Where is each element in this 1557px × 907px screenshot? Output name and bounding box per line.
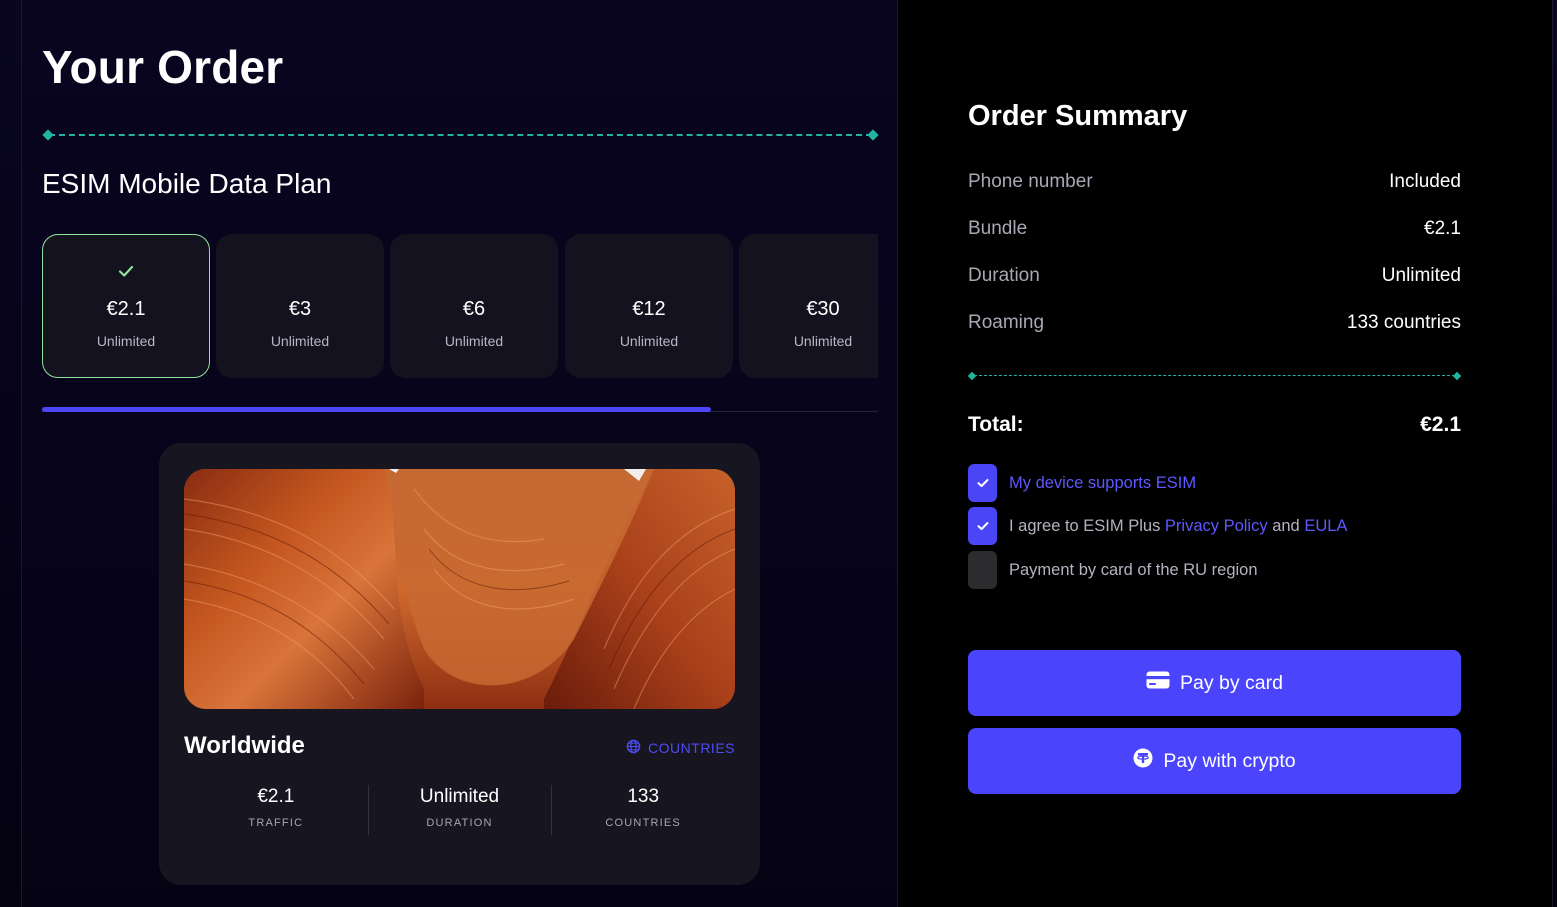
plan-heading: ESIM Mobile Data Plan: [42, 168, 332, 199]
plan-duration: Unlimited: [793, 333, 853, 349]
summary-key: Duration: [968, 265, 1040, 286]
summary-divider: [967, 371, 1462, 381]
stat-countries: 133 COUNTRIES: [551, 785, 735, 835]
plan-duration: Unlimited: [619, 333, 679, 349]
plan-price: €2.1: [106, 298, 146, 320]
page-title: Your Order: [42, 41, 284, 93]
check-icon: [977, 479, 988, 487]
summary-value: Unlimited: [1381, 265, 1461, 286]
terms-and: and: [1267, 516, 1305, 535]
countries-link[interactable]: COUNTRIES: [626, 739, 735, 757]
ru-card-checkbox[interactable]: [968, 551, 997, 589]
pay-with-crypto-button[interactable]: Pay with crypto: [968, 728, 1461, 794]
esim-support-checkbox[interactable]: [968, 464, 997, 502]
plan-price: €30: [806, 298, 840, 320]
summary-row-bundle: Bundle €2.1: [968, 218, 1461, 242]
check-icon: [43, 261, 209, 281]
stat-duration: Unlimited DURATION: [367, 785, 552, 835]
plan-card-2-1[interactable]: €2.1 Unlimited: [42, 234, 210, 378]
destination-name: Worldwide: [184, 732, 305, 759]
summary-value: €2.1: [1424, 218, 1461, 239]
pay-with-crypto-label: Pay with crypto: [1163, 749, 1296, 772]
total-label: Total:: [968, 413, 1024, 436]
plan-duration: Unlimited: [96, 333, 156, 349]
stat-value: €2.1: [257, 786, 295, 807]
destination-stats: €2.1 TRAFFIC Unlimited DURATION 133 COUN…: [184, 785, 735, 835]
plan-price: €3: [288, 298, 312, 320]
eula-link[interactable]: EULA: [1304, 517, 1347, 536]
summary-key: Bundle: [968, 218, 1028, 239]
destination-card: Worldwide COUNTRIES €2.1 TRAFFIC Unlimit…: [159, 443, 760, 885]
globe-icon: [626, 739, 641, 757]
title-divider: [42, 129, 879, 141]
plan-duration: Unlimited: [270, 333, 330, 349]
terms-checkbox[interactable]: [968, 507, 997, 545]
terms-prefix: I agree to ESIM Plus: [1009, 516, 1165, 535]
stat-label: COUNTRIES: [605, 817, 681, 829]
terms-row: I agree to ESIM Plus Privacy Policy and …: [968, 507, 1461, 545]
stat-value: Unlimited: [419, 786, 500, 807]
summary-value: Included: [1389, 171, 1461, 192]
total-row: Total: €2.1: [968, 413, 1461, 437]
summary-row-duration: Duration Unlimited: [968, 265, 1461, 289]
countries-link-label: COUNTRIES: [648, 740, 735, 756]
stat-label: TRAFFIC: [248, 817, 304, 829]
plan-duration: Unlimited: [444, 333, 504, 349]
stat-value: 133: [627, 786, 660, 807]
summary-key: Phone number: [968, 171, 1093, 192]
esim-support-link[interactable]: My device supports ESIM: [1009, 474, 1196, 493]
esim-support-row: My device supports ESIM: [968, 464, 1461, 502]
summary-title: Order Summary: [968, 100, 1188, 132]
plan-card-12[interactable]: €12 Unlimited: [565, 234, 733, 378]
privacy-policy-link[interactable]: Privacy Policy: [1165, 517, 1268, 536]
check-icon: [977, 522, 988, 530]
credit-card-icon: [1146, 671, 1170, 695]
plan-card-30[interactable]: €30 Unlimited: [739, 234, 878, 378]
pay-by-card-label: Pay by card: [1180, 671, 1283, 694]
stat-label: DURATION: [426, 817, 493, 829]
plan-card-6[interactable]: €6 Unlimited: [390, 234, 558, 378]
summary-row-roaming: Roaming 133 countries: [968, 312, 1461, 336]
summary-row-phone: Phone number Included: [968, 171, 1461, 195]
pay-by-card-button[interactable]: Pay by card: [968, 650, 1461, 716]
ru-card-row: Payment by card of the RU region: [968, 551, 1461, 589]
summary-value: 133 countries: [1346, 312, 1461, 333]
plan-price: €6: [462, 298, 486, 320]
plan-selector: €2.1 Unlimited €3 Unlimited €6 Unlimited…: [42, 234, 878, 379]
destination-image: [184, 469, 735, 709]
total-value: €2.1: [1420, 413, 1461, 436]
plan-card-3[interactable]: €3 Unlimited: [216, 234, 384, 378]
plan-price: €12: [632, 298, 666, 320]
tether-icon: [1133, 748, 1153, 774]
plans-scrollbar-thumb[interactable]: [42, 407, 711, 412]
ru-card-label: Payment by card of the RU region: [1009, 560, 1258, 579]
summary-key: Roaming: [968, 312, 1045, 333]
stat-traffic: €2.1 TRAFFIC: [184, 785, 368, 835]
